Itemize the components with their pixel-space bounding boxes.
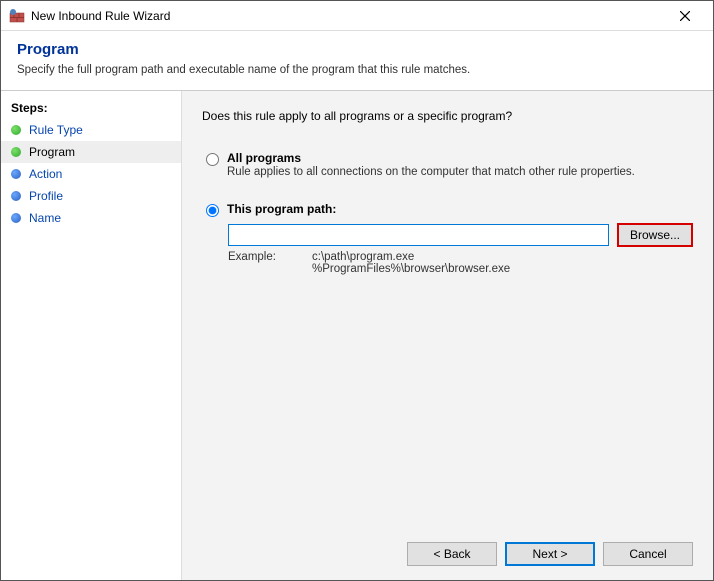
radio-all-programs[interactable] (206, 153, 219, 166)
bullet-icon (11, 147, 21, 157)
window-title: New Inbound Rule Wizard (31, 9, 665, 23)
titlebar: New Inbound Rule Wizard (1, 1, 713, 31)
browse-button[interactable]: Browse... (617, 223, 693, 247)
example-label: Example: (228, 251, 288, 275)
option-all-programs[interactable]: All programs Rule applies to all connect… (202, 151, 693, 178)
step-name[interactable]: Name (1, 207, 181, 229)
step-label: Action (29, 167, 62, 181)
step-rule-type[interactable]: Rule Type (1, 119, 181, 141)
question-text: Does this rule apply to all programs or … (202, 109, 693, 123)
back-button[interactable]: < Back (407, 542, 497, 566)
wizard-header: Program Specify the full program path an… (1, 31, 713, 91)
main-panel: Does this rule apply to all programs or … (181, 91, 713, 580)
bullet-icon (11, 169, 21, 179)
wizard-footer: < Back Next > Cancel (202, 530, 693, 566)
option-path-title: This program path: (227, 202, 693, 216)
example-row: Example: c:\path\program.exe %ProgramFil… (228, 251, 693, 275)
radio-program-path[interactable] (206, 204, 219, 217)
bullet-icon (11, 125, 21, 135)
path-row: Browse... (228, 223, 693, 247)
page-title: Program (17, 41, 697, 58)
step-label: Name (29, 211, 61, 225)
option-all-title: All programs (227, 151, 693, 165)
option-all-desc: Rule applies to all connections on the c… (227, 166, 693, 178)
steps-label: Steps: (1, 99, 181, 119)
option-program-path[interactable]: This program path: (202, 202, 693, 217)
step-label: Rule Type (29, 123, 83, 137)
example-lines: c:\path\program.exe %ProgramFiles%\brows… (312, 251, 510, 275)
cancel-button[interactable]: Cancel (603, 542, 693, 566)
step-action[interactable]: Action (1, 163, 181, 185)
step-profile[interactable]: Profile (1, 185, 181, 207)
step-label: Profile (29, 189, 63, 203)
step-program[interactable]: Program (1, 141, 181, 163)
close-icon (680, 11, 690, 21)
wizard-body: Steps: Rule Type Program Action Profile … (1, 91, 713, 580)
options-group: All programs Rule applies to all connect… (202, 151, 693, 275)
page-description: Specify the full program path and execut… (17, 64, 697, 76)
step-label: Program (29, 145, 75, 159)
program-path-input[interactable] (228, 224, 609, 246)
steps-sidebar: Steps: Rule Type Program Action Profile … (1, 91, 181, 580)
close-button[interactable] (665, 2, 705, 30)
wizard-window: New Inbound Rule Wizard Program Specify … (0, 0, 714, 581)
next-button[interactable]: Next > (505, 542, 595, 566)
firewall-icon (9, 8, 25, 24)
bullet-icon (11, 191, 21, 201)
bullet-icon (11, 213, 21, 223)
